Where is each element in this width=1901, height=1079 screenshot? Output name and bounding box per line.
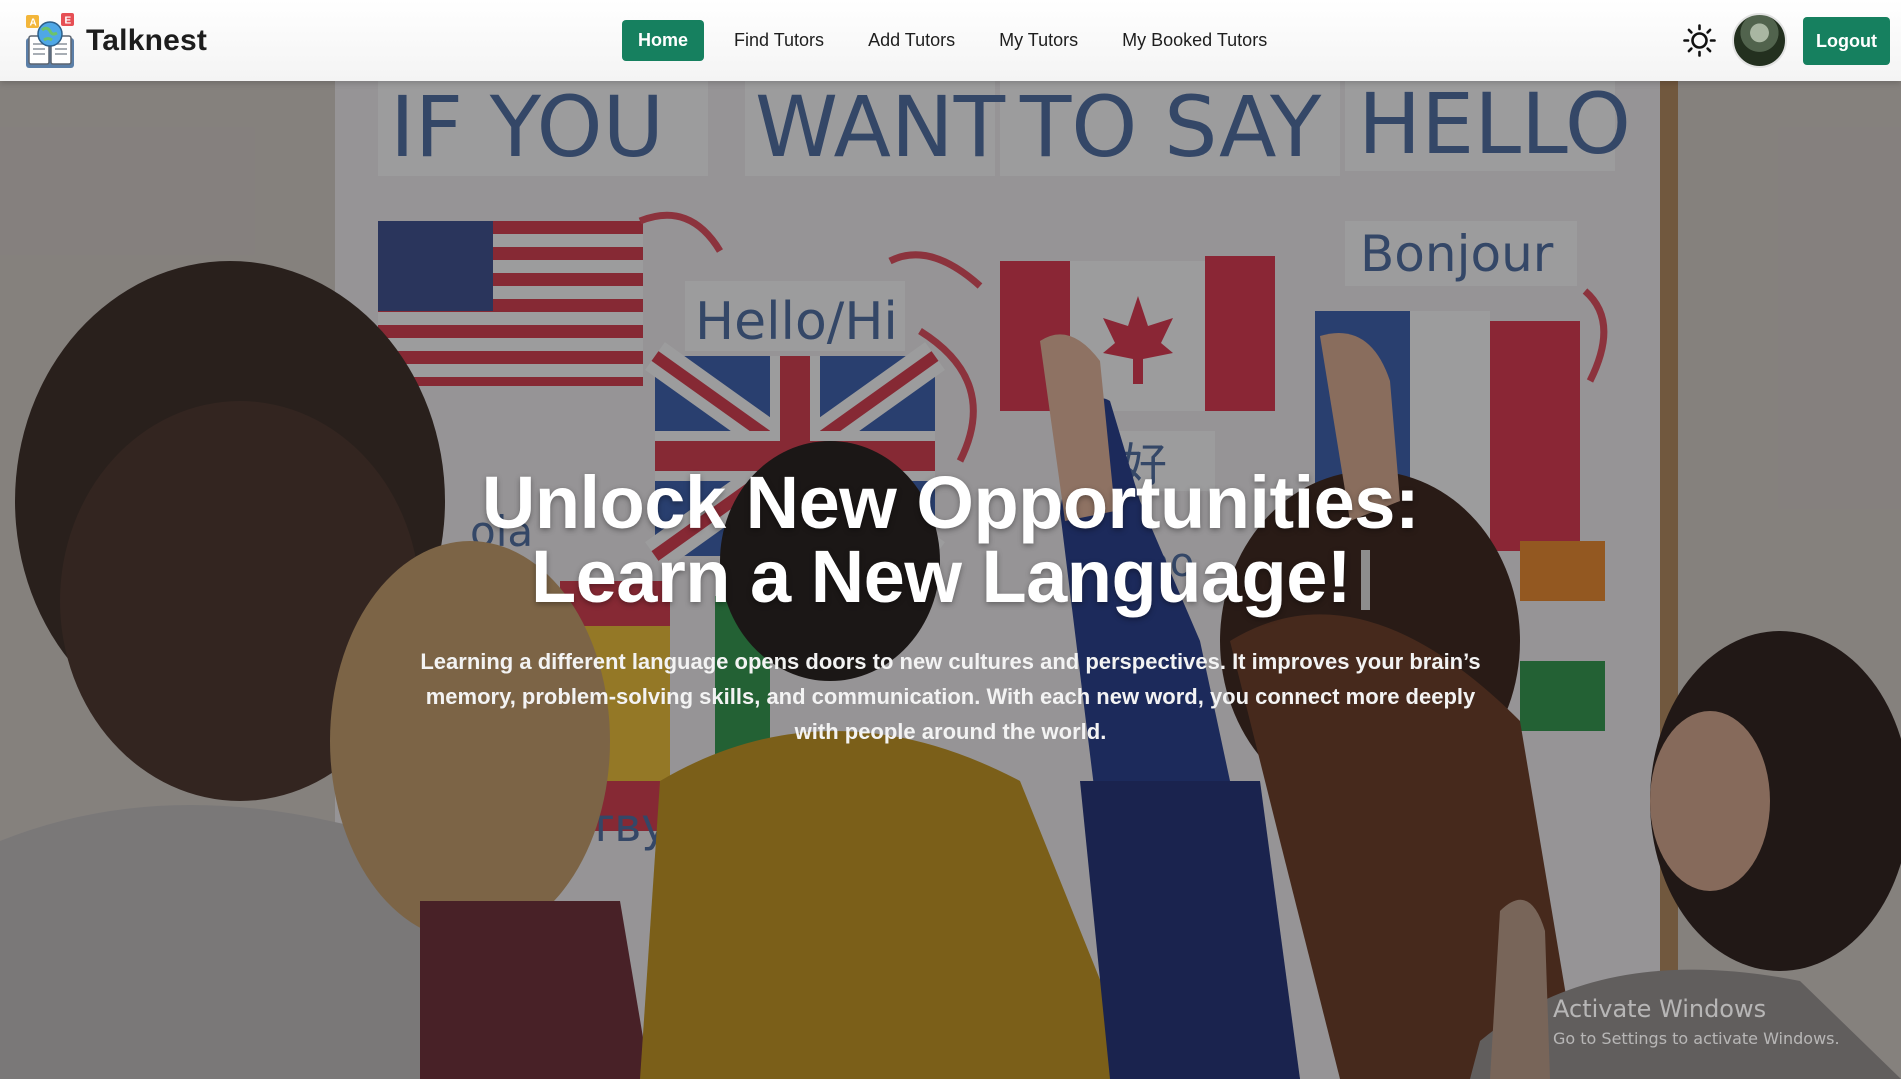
user-avatar[interactable] [1732, 13, 1787, 68]
top-navbar: A E Talknest Home Find Tutors Add Tutors… [0, 0, 1901, 81]
brand[interactable]: A E Talknest [22, 12, 207, 70]
hero-title-line-2-text: Learn a New Language! [530, 535, 1352, 618]
hero-content: Unlock New Opportunities: Learn a New La… [300, 466, 1601, 749]
watermark-title: Activate Windows [1553, 995, 1767, 1023]
watermark-subtitle: Go to Settings to activate Windows. [1553, 1029, 1840, 1048]
nav-my-booked-tutors[interactable]: My Booked Tutors [1100, 20, 1289, 61]
hero-title-line-2: Learn a New Language! [300, 540, 1601, 614]
svg-text:E: E [65, 16, 72, 27]
brand-name: Talknest [86, 24, 208, 57]
windows-activation-watermark: Activate Windows Go to Settings to activ… [1553, 995, 1840, 1048]
hero-section: IF YOU WANT TO SAY HELLO Hello/Hi Bonjou… [0, 81, 1901, 1079]
nav-home[interactable]: Home [622, 20, 705, 61]
hero-description: Learning a different language opens door… [420, 649, 1481, 744]
logout-button[interactable]: Logout [1803, 17, 1890, 65]
hero-title: Unlock New Opportunities: Learn a New La… [300, 466, 1601, 614]
hero-title-line-1: Unlock New Opportunities: [481, 461, 1420, 544]
book-globe-logo-icon: A E [26, 13, 74, 68]
typing-cursor [1361, 550, 1371, 610]
sun-icon[interactable] [1683, 24, 1716, 57]
main-nav: Home Find Tutors Add Tutors My Tutors My… [622, 20, 1289, 61]
nav-find-tutors[interactable]: Find Tutors [712, 20, 846, 61]
nav-my-tutors[interactable]: My Tutors [977, 20, 1100, 61]
nav-add-tutors[interactable]: Add Tutors [846, 20, 977, 61]
svg-text:A: A [30, 18, 37, 29]
